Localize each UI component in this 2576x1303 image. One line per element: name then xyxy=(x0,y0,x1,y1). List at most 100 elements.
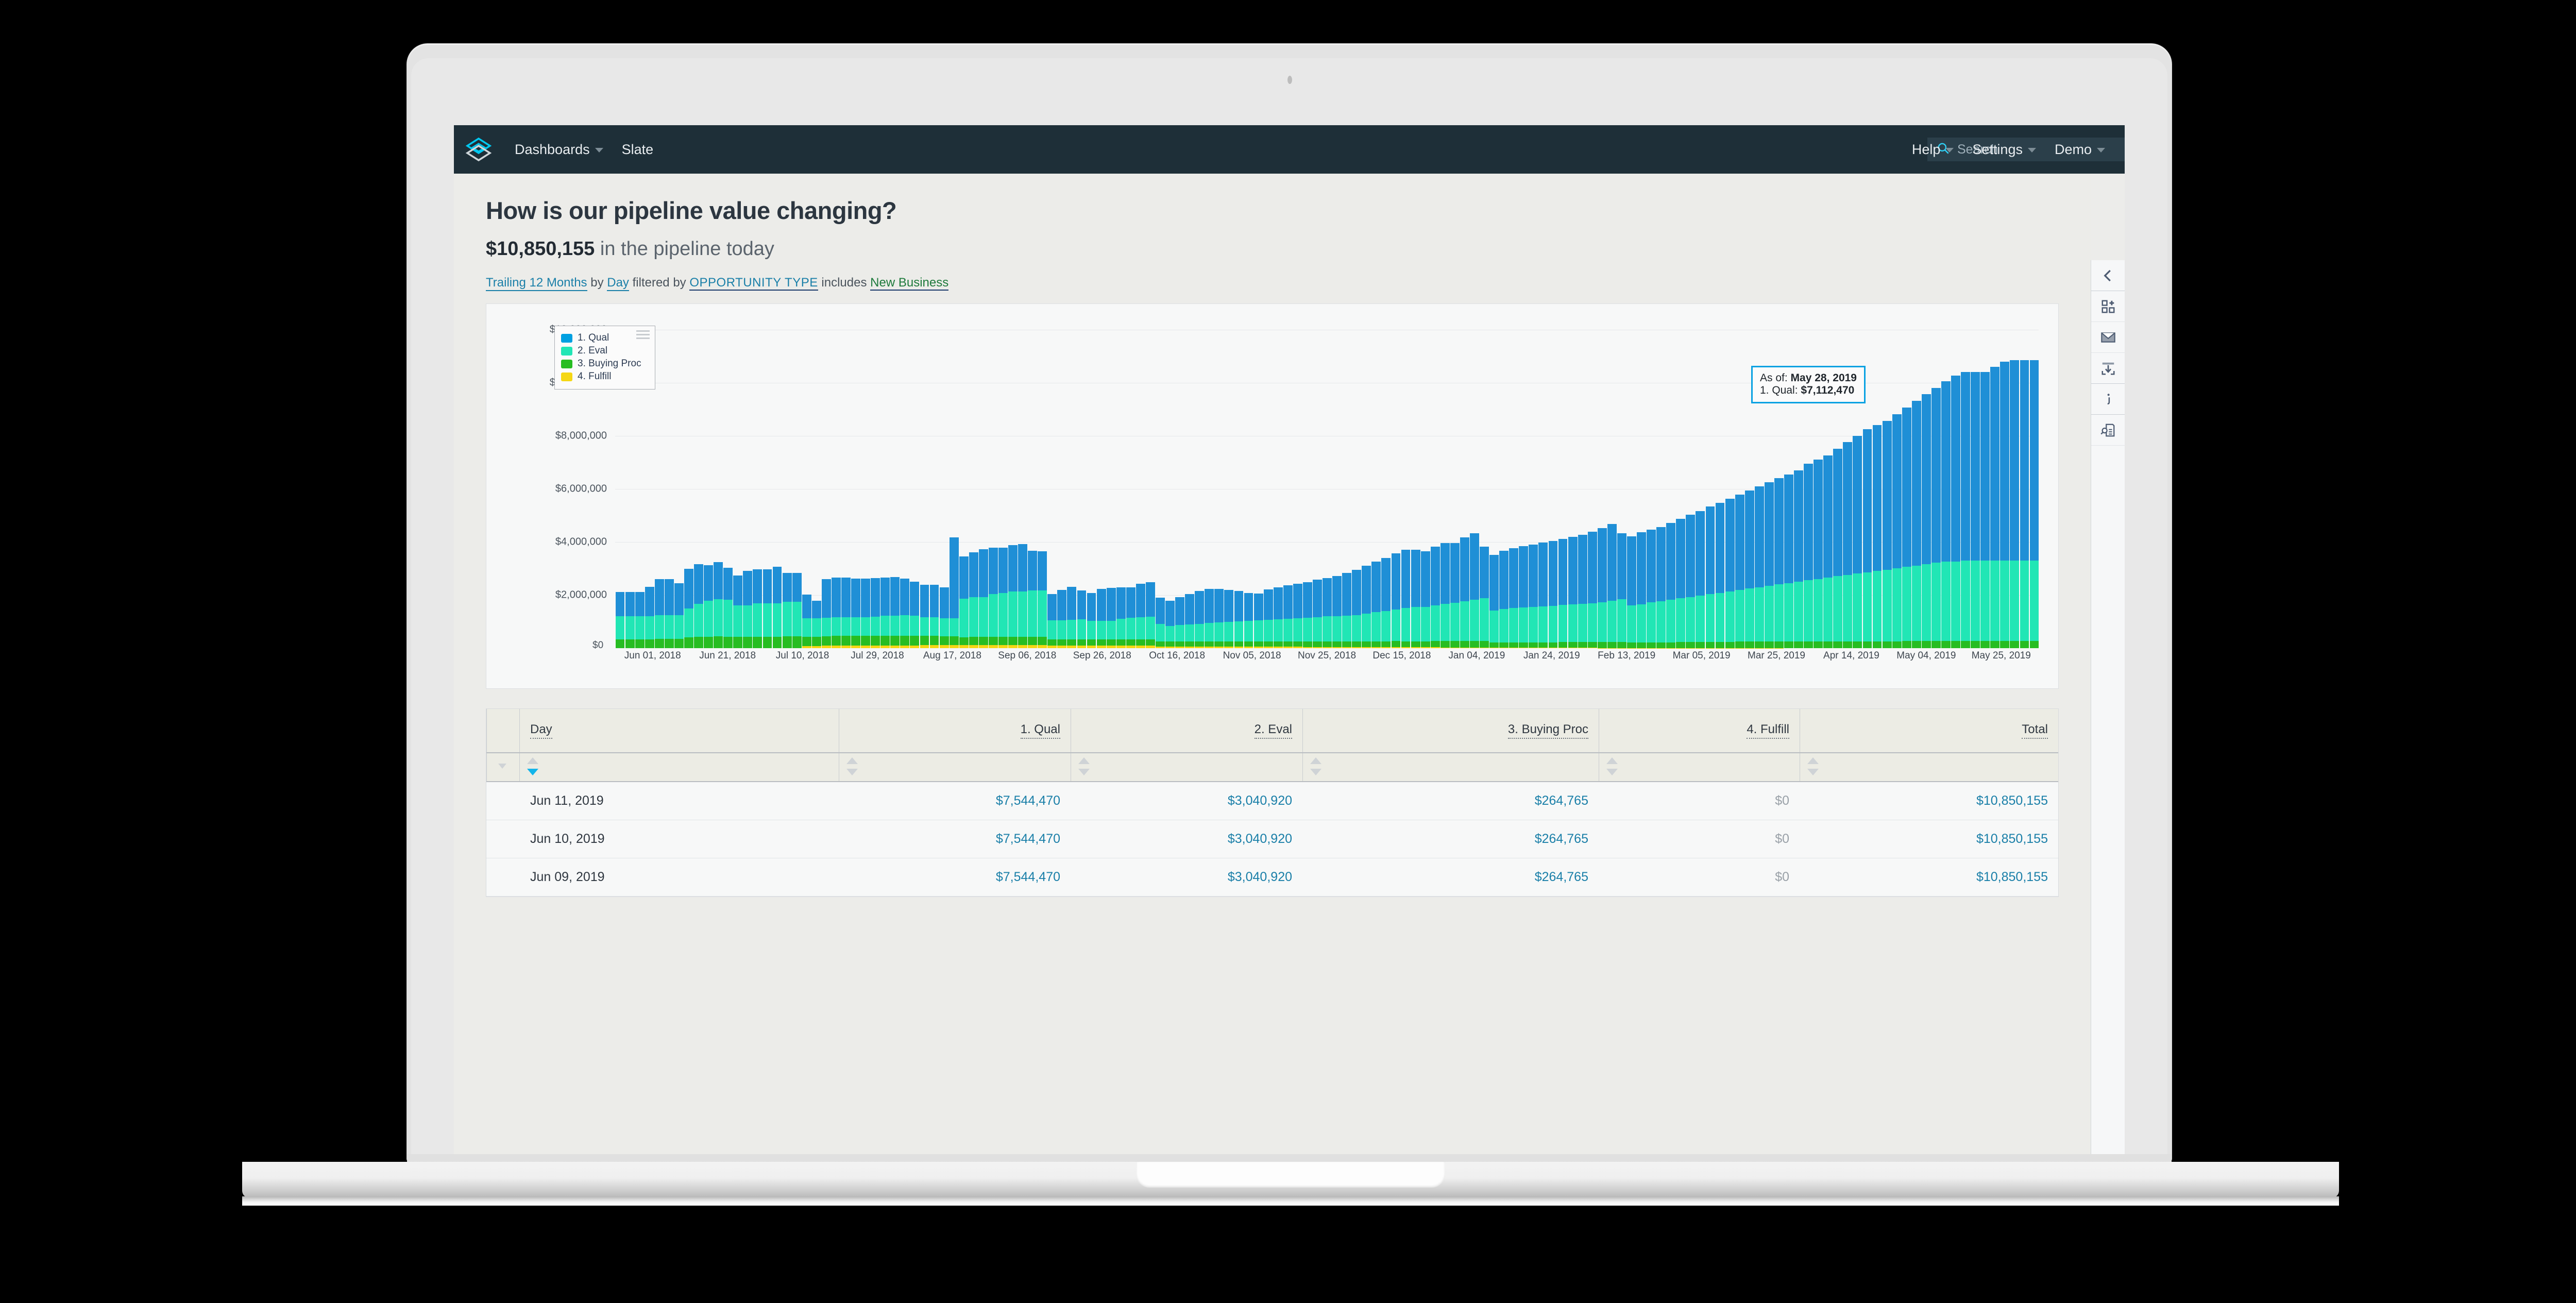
bar[interactable] xyxy=(2030,330,2039,648)
bar[interactable] xyxy=(665,330,674,648)
bar[interactable] xyxy=(1175,330,1184,648)
bar[interactable] xyxy=(1627,330,1636,648)
bar[interactable] xyxy=(900,330,909,648)
table-header-total[interactable]: Total xyxy=(1800,709,2058,752)
bar[interactable] xyxy=(1912,330,1921,648)
bar[interactable] xyxy=(969,330,978,648)
bar[interactable] xyxy=(743,330,752,648)
bar[interactable] xyxy=(1323,330,1332,648)
filter-grain[interactable]: Day xyxy=(607,276,629,291)
bar[interactable] xyxy=(1018,330,1027,648)
bar[interactable] xyxy=(674,330,684,648)
bar[interactable] xyxy=(1362,330,1371,648)
bar[interactable] xyxy=(763,330,772,648)
bar[interactable] xyxy=(684,330,693,648)
legend-item[interactable]: 1. Qual xyxy=(561,332,649,344)
bar[interactable] xyxy=(1637,330,1646,648)
bar[interactable] xyxy=(1735,330,1744,648)
bar[interactable] xyxy=(1509,330,1518,648)
chart-legend[interactable]: 1. Qual2. Eval3. Buying Proc4. Fulfill xyxy=(554,326,655,390)
bar[interactable] xyxy=(1706,330,1715,648)
bar[interactable] xyxy=(1038,330,1047,648)
bar[interactable] xyxy=(1617,330,1626,648)
bar[interactable] xyxy=(1647,330,1656,648)
topnav-link-dashboards[interactable]: Dashboards xyxy=(503,142,611,158)
filter-date-range[interactable]: Trailing 12 Months xyxy=(486,276,587,291)
view-details-button[interactable] xyxy=(2091,415,2125,446)
export-report-button[interactable] xyxy=(2091,353,2125,384)
bar[interactable] xyxy=(1961,330,1970,648)
bar[interactable] xyxy=(1293,330,1302,648)
bar[interactable] xyxy=(1460,330,1469,648)
bar[interactable] xyxy=(1352,330,1361,648)
bar[interactable] xyxy=(861,330,870,648)
topnav-link-settings[interactable]: Settings xyxy=(1961,142,2043,158)
bar[interactable] xyxy=(1126,330,1136,648)
bar[interactable] xyxy=(1371,330,1381,648)
bar[interactable] xyxy=(773,330,782,648)
collapse-panel-button[interactable] xyxy=(2091,260,2125,291)
bar[interactable] xyxy=(1283,330,1293,648)
bar[interactable] xyxy=(1892,330,1902,648)
bar[interactable] xyxy=(812,330,821,648)
bar[interactable] xyxy=(1499,330,1509,648)
filter-field[interactable]: OPPORTUNITY TYPE xyxy=(689,276,818,291)
bar[interactable] xyxy=(1931,330,1941,648)
bar[interactable] xyxy=(694,330,703,648)
bar[interactable] xyxy=(1087,330,1096,648)
bar[interactable] xyxy=(1107,330,1116,648)
bar[interactable] xyxy=(1165,330,1175,648)
bar[interactable] xyxy=(1077,330,1087,648)
bar[interactable] xyxy=(714,330,723,648)
bar[interactable] xyxy=(1538,330,1548,648)
bar[interactable] xyxy=(851,330,860,648)
bar[interactable] xyxy=(1254,330,1263,648)
bar[interactable] xyxy=(1303,330,1312,648)
bar[interactable] xyxy=(1274,330,1283,648)
legend-item[interactable]: 4. Fulfill xyxy=(561,371,649,382)
bar[interactable] xyxy=(989,330,998,648)
sort-control-total[interactable] xyxy=(1800,753,2058,781)
table-row[interactable]: Jun 10, 2019$7,544,470$3,040,920$264,765… xyxy=(486,820,2058,858)
table-header-fulfill[interactable]: 4. Fulfill xyxy=(1599,709,1800,752)
bar[interactable] xyxy=(1214,330,1224,648)
bar[interactable] xyxy=(1607,330,1617,648)
bar[interactable] xyxy=(1057,330,1066,648)
bar[interactable] xyxy=(1381,330,1391,648)
table-header-eval[interactable]: 2. Eval xyxy=(1071,709,1302,752)
bar[interactable] xyxy=(1951,330,1960,648)
bar[interactable] xyxy=(1421,330,1430,648)
bar[interactable] xyxy=(1431,330,1440,648)
bar[interactable] xyxy=(1656,330,1666,648)
bar[interactable] xyxy=(1588,330,1597,648)
bar[interactable] xyxy=(1264,330,1273,648)
bar[interactable] xyxy=(1332,330,1342,648)
bar[interactable] xyxy=(1342,330,1351,648)
bar[interactable] xyxy=(1440,330,1450,648)
bar[interactable] xyxy=(1696,330,1705,648)
bar[interactable] xyxy=(920,330,929,648)
table-header-qual[interactable]: 1. Qual xyxy=(839,709,1071,752)
bar[interactable] xyxy=(1156,330,1165,648)
bar[interactable] xyxy=(1401,330,1411,648)
sort-control-buying-proc[interactable] xyxy=(1302,753,1599,781)
sort-control-qual[interactable] xyxy=(839,753,1071,781)
bar[interactable] xyxy=(1067,330,1076,648)
bar[interactable] xyxy=(1244,330,1253,648)
add-to-dashboard-button[interactable] xyxy=(2091,291,2125,322)
bar[interactable] xyxy=(1519,330,1528,648)
bar[interactable] xyxy=(1558,330,1568,648)
bar[interactable] xyxy=(655,330,664,648)
bar[interactable] xyxy=(792,330,802,648)
bar[interactable] xyxy=(1529,330,1538,648)
bar[interactable] xyxy=(832,330,841,648)
bar[interactable] xyxy=(1097,330,1106,648)
bar[interactable] xyxy=(1598,330,1607,648)
bar[interactable] xyxy=(733,330,742,648)
bar[interactable] xyxy=(1549,330,1558,648)
sort-control-spacer[interactable] xyxy=(486,753,519,781)
bar[interactable] xyxy=(1578,330,1587,648)
sort-control-eval[interactable] xyxy=(1071,753,1302,781)
bar[interactable] xyxy=(1392,330,1401,648)
bar[interactable] xyxy=(1008,330,1018,648)
